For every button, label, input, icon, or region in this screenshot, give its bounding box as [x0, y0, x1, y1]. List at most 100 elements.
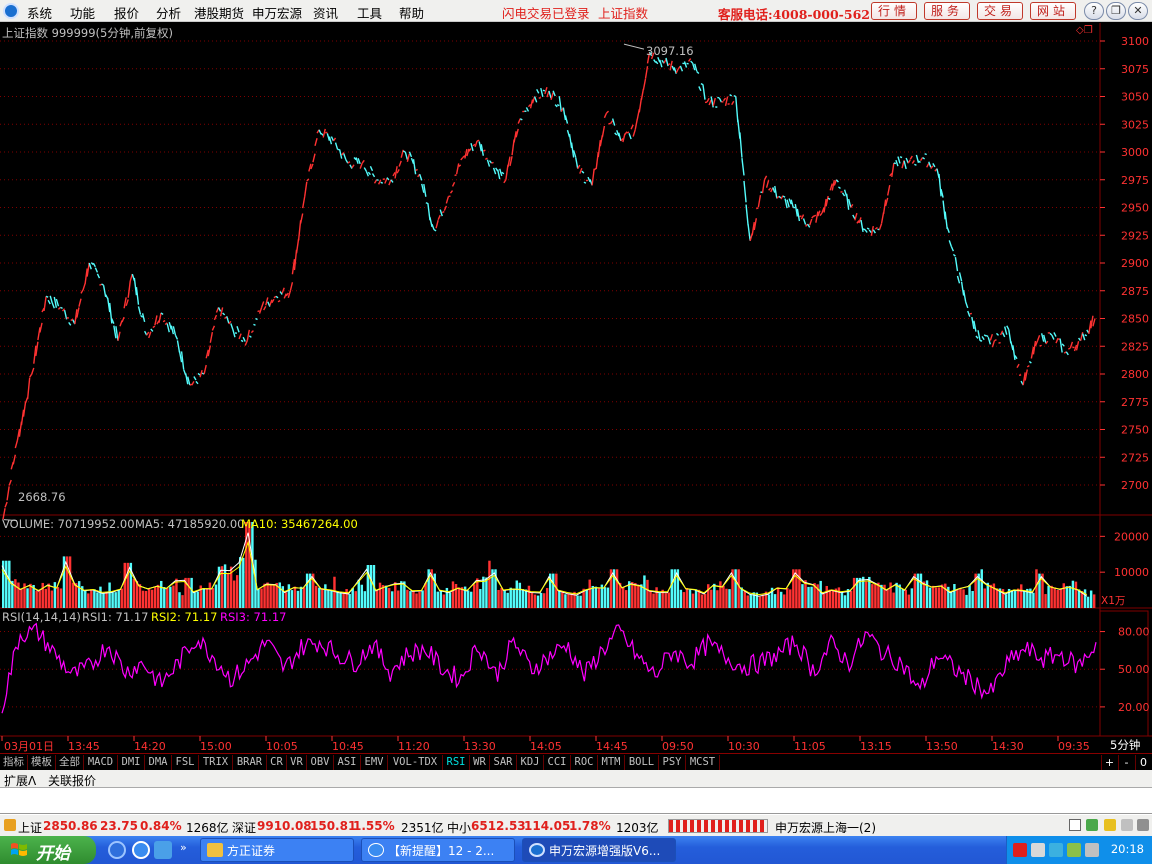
price-candle	[981, 336, 985, 341]
trade-button[interactable]: 交易	[977, 2, 1023, 20]
zx-index-name[interactable]: 中小	[447, 819, 471, 836]
indicator-tab-macd[interactable]: MACD	[84, 755, 118, 770]
indicator-tab-vol-tdx[interactable]: VOL-TDX	[388, 755, 443, 770]
price-candle	[669, 60, 673, 71]
volume-icon[interactable]	[1031, 843, 1045, 857]
reset-button[interactable]: 0	[1135, 755, 1151, 770]
volume-bar	[339, 592, 342, 608]
website-button[interactable]: 网站	[1030, 2, 1076, 20]
panel-toggle-icon[interactable]	[1069, 819, 1081, 831]
lock-icon[interactable]	[1121, 819, 1133, 831]
indicator-tab-cci[interactable]: CCI	[544, 755, 571, 770]
folder-icon	[207, 843, 223, 857]
volume-bar	[515, 580, 519, 608]
indicator-tab-asi[interactable]: ASI	[334, 755, 361, 770]
menu-function[interactable]: 功能	[70, 3, 95, 22]
indicator-tab-obv[interactable]: OBV	[307, 755, 334, 770]
volume-bar	[360, 584, 364, 608]
menu-system[interactable]: 系统	[27, 3, 52, 22]
indicator-tab-boll[interactable]: BOLL	[625, 755, 659, 770]
indicator-tab-indicator[interactable]: 指标	[0, 755, 28, 770]
indicator-tab-template[interactable]: 模板	[28, 755, 56, 770]
sh-index-name[interactable]: 上证	[18, 819, 42, 836]
app-quicklaunch-icon[interactable]	[154, 841, 172, 859]
indicator-tab-mcst[interactable]: MCST	[686, 755, 720, 770]
quicklaunch-expand-icon[interactable]: »	[180, 841, 187, 854]
volume-bar	[369, 565, 373, 608]
price-candle	[903, 160, 907, 170]
chart-options-icon[interactable]: ◇❐	[1076, 25, 1093, 36]
task-shenwan[interactable]: 申万宏源增强版V6...	[522, 838, 676, 862]
security-icon[interactable]	[1049, 843, 1063, 857]
menu-quote[interactable]: 报价	[114, 3, 139, 22]
high-marker	[623, 43, 645, 50]
sh-index-amount: 1268亿	[186, 821, 229, 835]
volume-bar	[87, 593, 90, 608]
menu-shenwan[interactable]: 申万宏源	[252, 3, 302, 22]
quote-button[interactable]: 行情	[871, 2, 917, 20]
indicator-tab-wr[interactable]: WR	[470, 755, 490, 770]
indicator-tab-dma[interactable]: DMA	[145, 755, 172, 770]
volume-bar	[694, 589, 698, 608]
sz-index-name[interactable]: 深证	[232, 819, 256, 836]
indicator-tab-trix[interactable]: TRIX	[199, 755, 233, 770]
indicator-tab-rsi[interactable]: RSI	[443, 755, 470, 770]
indicator-tab-vr[interactable]: VR	[287, 755, 307, 770]
related-quotes-tab[interactable]: 关联报价	[48, 772, 96, 789]
status-alert-icon[interactable]	[4, 819, 16, 831]
indicator-tab-psy[interactable]: PSY	[659, 755, 686, 770]
question-icon[interactable]: ?	[1084, 2, 1104, 20]
price-candle	[140, 314, 144, 318]
price-candle	[325, 131, 328, 134]
indicator-tab-cr[interactable]: CR	[267, 755, 287, 770]
task-reminder[interactable]: 【新提醒】12 - 2...	[361, 838, 515, 862]
x-axis-label: 11:05	[794, 740, 826, 753]
settings-icon[interactable]	[1137, 819, 1149, 831]
task-fangzheng[interactable]: 方正证券	[200, 838, 354, 862]
windows-logo-icon	[11, 843, 27, 856]
indicator-tab-fsl[interactable]: FSL	[172, 755, 199, 770]
price-candle	[121, 316, 125, 323]
indicator-tab-mtm[interactable]: MTM	[598, 755, 625, 770]
chart-canvas[interactable]: 3100 3075 3050 3025 3000 2975 2950 2925 2900 2875…	[0, 23, 1152, 753]
price-candle	[550, 92, 554, 101]
menu-news[interactable]: 资讯	[313, 3, 338, 22]
price-candle	[429, 217, 433, 227]
network-icon[interactable]	[1067, 843, 1081, 857]
news-icon[interactable]	[1086, 819, 1098, 831]
period-label[interactable]: 5分钟	[1110, 737, 1140, 753]
indicator-tab-roc[interactable]: ROC	[571, 755, 598, 770]
extension-tab[interactable]: 扩展Λ	[4, 772, 36, 789]
price-candle	[166, 323, 170, 333]
ie-icon[interactable]	[108, 841, 126, 859]
indicator-tab-dmi[interactable]: DMI	[118, 755, 145, 770]
zoom-in-button[interactable]: +	[1101, 755, 1117, 770]
volume-bar	[931, 585, 935, 608]
indicator-tab-brar[interactable]: BRAR	[233, 755, 267, 770]
zoom-out-button[interactable]: -	[1118, 755, 1134, 770]
price-candle	[322, 128, 326, 138]
indicator-tab-kdj[interactable]: KDJ	[517, 755, 544, 770]
ie-icon-2[interactable]	[132, 841, 150, 859]
restore-icon[interactable]: ❐	[1106, 2, 1126, 20]
menu-tools[interactable]: 工具	[357, 3, 382, 22]
indicator-tab-sar[interactable]: SAR	[490, 755, 517, 770]
menu-help[interactable]: 帮助	[399, 3, 424, 22]
service-button[interactable]: 服务	[924, 2, 970, 20]
indicator-tab-all[interactable]: 全部	[56, 755, 84, 770]
price-candle	[109, 302, 113, 324]
volume-bar	[1020, 584, 1023, 608]
signal-icon[interactable]	[1104, 819, 1116, 831]
indicator-tab-emv[interactable]: EMV	[361, 755, 388, 770]
server-name[interactable]: 申万宏源上海一(2)	[775, 819, 876, 836]
volume-bar	[1013, 589, 1017, 608]
volume-bar	[342, 592, 345, 608]
start-button[interactable]: 开始	[0, 836, 96, 864]
tray-app-icon[interactable]	[1085, 843, 1099, 857]
chart-area[interactable]: 3100 3075 3050 3025 3000 2975 2950 2925 2900 2875…	[0, 23, 1152, 753]
close-icon[interactable]: ✕	[1128, 2, 1148, 20]
input-method-icon[interactable]	[1013, 843, 1027, 857]
menu-hk-futures[interactable]: 港股期货	[194, 3, 244, 22]
menu-analysis[interactable]: 分析	[156, 3, 181, 22]
price-candle	[841, 192, 846, 197]
